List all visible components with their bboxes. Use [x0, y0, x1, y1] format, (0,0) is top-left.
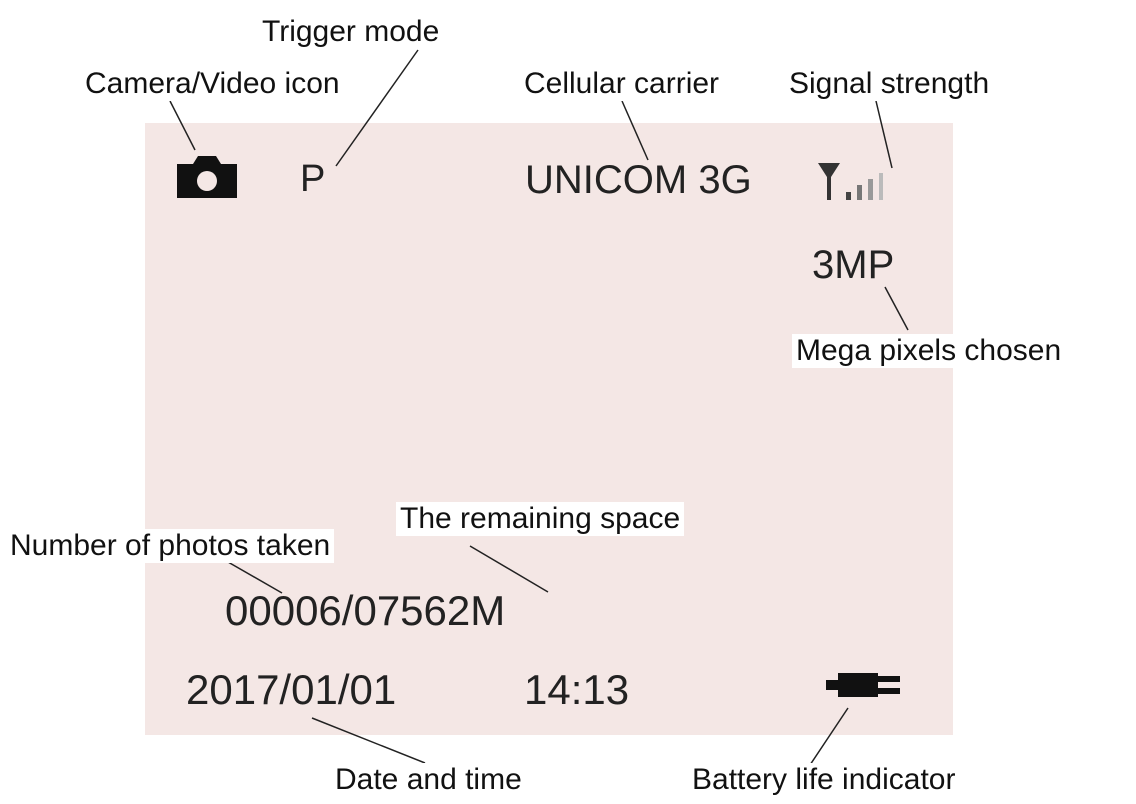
label-camera-video-icon: Camera/Video icon [81, 67, 344, 101]
battery-icon [826, 673, 900, 697]
megapixels-value: 3MP [812, 243, 895, 287]
label-trigger-mode: Trigger mode [258, 15, 444, 49]
date-value: 2017/01/01 [186, 666, 397, 713]
label-remaining-space: The remaining space [396, 502, 685, 536]
camera-display-diagram: P UNICOM 3G 3MP 00006/07562M 2017/01/01 … [0, 0, 1136, 804]
label-photos-taken: Number of photos taken [6, 529, 335, 563]
label-signal-strength: Signal strength [785, 67, 994, 101]
camera-icon [177, 156, 237, 198]
trigger-mode-value: P [300, 158, 326, 200]
lcd-screen [145, 123, 953, 735]
label-mega-pixels: Mega pixels chosen [792, 334, 1066, 368]
label-cellular-carrier: Cellular carrier [520, 67, 724, 101]
signal-strength-icon [818, 163, 883, 200]
carrier-value: UNICOM 3G [525, 158, 752, 202]
label-battery-life: Battery life indicator [688, 763, 960, 797]
time-value: 14:13 [524, 666, 630, 713]
label-date-time: Date and time [331, 763, 526, 797]
photo-count-space-value: 00006/07562M [225, 587, 506, 634]
